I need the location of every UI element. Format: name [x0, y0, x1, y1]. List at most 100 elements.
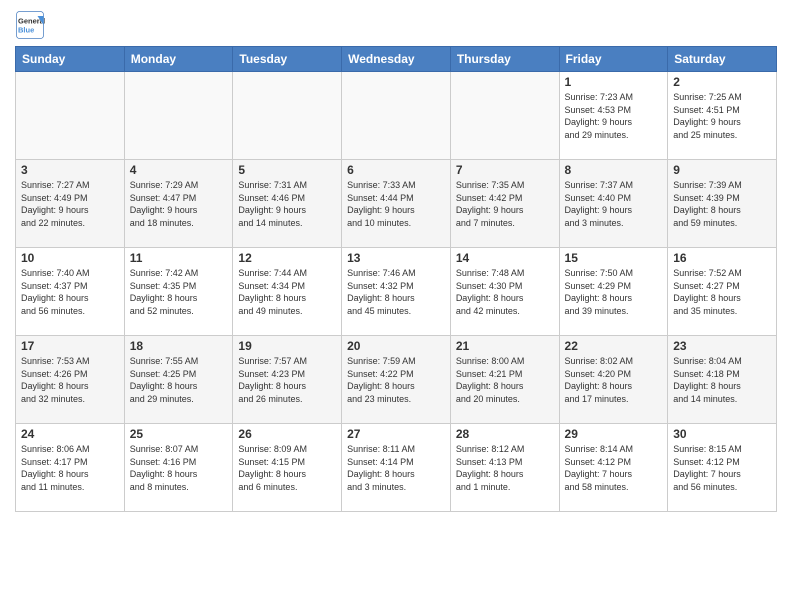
day-info: Sunrise: 7:48 AM Sunset: 4:30 PM Dayligh…: [456, 267, 554, 317]
day-info: Sunrise: 8:14 AM Sunset: 4:12 PM Dayligh…: [565, 443, 663, 493]
day-number: 14: [456, 251, 554, 265]
day-info: Sunrise: 8:04 AM Sunset: 4:18 PM Dayligh…: [673, 355, 771, 405]
calendar-cell: 3 Sunrise: 7:27 AM Sunset: 4:49 PM Daylig…: [16, 160, 125, 248]
day-info: Sunrise: 8:09 AM Sunset: 4:15 PM Dayligh…: [238, 443, 336, 493]
calendar-cell: 19 Sunrise: 7:57 AM Sunset: 4:23 PM Dayli…: [233, 336, 342, 424]
weekday-header: Tuesday: [233, 47, 342, 72]
calendar-week-row: 3 Sunrise: 7:27 AM Sunset: 4:49 PM Daylig…: [16, 160, 777, 248]
page: General Blue SundayMondayTuesdayWednesda…: [0, 0, 792, 522]
day-number: 9: [673, 163, 771, 177]
day-info: Sunrise: 7:42 AM Sunset: 4:35 PM Dayligh…: [130, 267, 228, 317]
calendar-cell: 24 Sunrise: 8:06 AM Sunset: 4:17 PM Dayli…: [16, 424, 125, 512]
day-number: 30: [673, 427, 771, 441]
day-info: Sunrise: 7:50 AM Sunset: 4:29 PM Dayligh…: [565, 267, 663, 317]
day-info: Sunrise: 8:15 AM Sunset: 4:12 PM Dayligh…: [673, 443, 771, 493]
weekday-header: Wednesday: [342, 47, 451, 72]
day-info: Sunrise: 7:59 AM Sunset: 4:22 PM Dayligh…: [347, 355, 445, 405]
day-info: Sunrise: 7:31 AM Sunset: 4:46 PM Dayligh…: [238, 179, 336, 229]
day-number: 20: [347, 339, 445, 353]
calendar-cell: 4 Sunrise: 7:29 AM Sunset: 4:47 PM Daylig…: [124, 160, 233, 248]
day-info: Sunrise: 7:25 AM Sunset: 4:51 PM Dayligh…: [673, 91, 771, 141]
day-info: Sunrise: 7:53 AM Sunset: 4:26 PM Dayligh…: [21, 355, 119, 405]
day-number: 29: [565, 427, 663, 441]
calendar-cell: 18 Sunrise: 7:55 AM Sunset: 4:25 PM Dayli…: [124, 336, 233, 424]
day-number: 3: [21, 163, 119, 177]
calendar-cell: 15 Sunrise: 7:50 AM Sunset: 4:29 PM Dayli…: [559, 248, 668, 336]
calendar-cell: [450, 72, 559, 160]
day-info: Sunrise: 7:57 AM Sunset: 4:23 PM Dayligh…: [238, 355, 336, 405]
day-number: 13: [347, 251, 445, 265]
day-number: 17: [21, 339, 119, 353]
day-info: Sunrise: 8:12 AM Sunset: 4:13 PM Dayligh…: [456, 443, 554, 493]
calendar-cell: 1 Sunrise: 7:23 AM Sunset: 4:53 PM Daylig…: [559, 72, 668, 160]
calendar-cell: 8 Sunrise: 7:37 AM Sunset: 4:40 PM Daylig…: [559, 160, 668, 248]
calendar-cell: 28 Sunrise: 8:12 AM Sunset: 4:13 PM Dayli…: [450, 424, 559, 512]
day-number: 7: [456, 163, 554, 177]
day-info: Sunrise: 7:33 AM Sunset: 4:44 PM Dayligh…: [347, 179, 445, 229]
day-number: 16: [673, 251, 771, 265]
day-number: 6: [347, 163, 445, 177]
day-number: 12: [238, 251, 336, 265]
day-number: 28: [456, 427, 554, 441]
calendar-cell: 2Sunrise: 7:25 AM Sunset: 4:51 PM Daylig…: [668, 72, 777, 160]
calendar-header-row: SundayMondayTuesdayWednesdayThursdayFrid…: [16, 47, 777, 72]
calendar-table: SundayMondayTuesdayWednesdayThursdayFrid…: [15, 46, 777, 512]
day-number: 19: [238, 339, 336, 353]
day-info: Sunrise: 7:27 AM Sunset: 4:49 PM Dayligh…: [21, 179, 119, 229]
calendar-week-row: 24 Sunrise: 8:06 AM Sunset: 4:17 PM Dayli…: [16, 424, 777, 512]
weekday-header: Friday: [559, 47, 668, 72]
calendar-cell: 11 Sunrise: 7:42 AM Sunset: 4:35 PM Dayli…: [124, 248, 233, 336]
calendar-cell: 6 Sunrise: 7:33 AM Sunset: 4:44 PM Daylig…: [342, 160, 451, 248]
day-number: 26: [238, 427, 336, 441]
calendar-cell: 12Sunrise: 7:44 AM Sunset: 4:34 PM Dayli…: [233, 248, 342, 336]
calendar-cell: 14 Sunrise: 7:48 AM Sunset: 4:30 PM Dayli…: [450, 248, 559, 336]
day-number: 15: [565, 251, 663, 265]
calendar-cell: 17 Sunrise: 7:53 AM Sunset: 4:26 PM Dayli…: [16, 336, 125, 424]
day-info: Sunrise: 7:37 AM Sunset: 4:40 PM Dayligh…: [565, 179, 663, 229]
day-info: Sunrise: 8:07 AM Sunset: 4:16 PM Dayligh…: [130, 443, 228, 493]
day-info: Sunrise: 7:52 AM Sunset: 4:27 PM Dayligh…: [673, 267, 771, 317]
weekday-header: Thursday: [450, 47, 559, 72]
calendar-cell: 27 Sunrise: 8:11 AM Sunset: 4:14 PM Dayli…: [342, 424, 451, 512]
calendar-cell: 29 Sunrise: 8:14 AM Sunset: 4:12 PM Dayli…: [559, 424, 668, 512]
calendar-cell: 10 Sunrise: 7:40 AM Sunset: 4:37 PM Dayli…: [16, 248, 125, 336]
day-info: Sunrise: 8:11 AM Sunset: 4:14 PM Dayligh…: [347, 443, 445, 493]
weekday-header: Sunday: [16, 47, 125, 72]
day-number: 5: [238, 163, 336, 177]
day-number: 10: [21, 251, 119, 265]
calendar-cell: 25 Sunrise: 8:07 AM Sunset: 4:16 PM Dayli…: [124, 424, 233, 512]
weekday-header: Monday: [124, 47, 233, 72]
day-number: 4: [130, 163, 228, 177]
calendar-week-row: 17 Sunrise: 7:53 AM Sunset: 4:26 PM Dayli…: [16, 336, 777, 424]
day-number: 8: [565, 163, 663, 177]
day-number: 27: [347, 427, 445, 441]
calendar-week-row: 1 Sunrise: 7:23 AM Sunset: 4:53 PM Daylig…: [16, 72, 777, 160]
day-number: 18: [130, 339, 228, 353]
day-info: Sunrise: 7:35 AM Sunset: 4:42 PM Dayligh…: [456, 179, 554, 229]
calendar-cell: [16, 72, 125, 160]
calendar-cell: 23 Sunrise: 8:04 AM Sunset: 4:18 PM Dayli…: [668, 336, 777, 424]
calendar-cell: [342, 72, 451, 160]
day-info: Sunrise: 8:06 AM Sunset: 4:17 PM Dayligh…: [21, 443, 119, 493]
calendar-cell: 26 Sunrise: 8:09 AM Sunset: 4:15 PM Dayli…: [233, 424, 342, 512]
day-number: 25: [130, 427, 228, 441]
calendar-week-row: 10 Sunrise: 7:40 AM Sunset: 4:37 PM Dayli…: [16, 248, 777, 336]
day-info: Sunrise: 7:29 AM Sunset: 4:47 PM Dayligh…: [130, 179, 228, 229]
calendar-cell: [233, 72, 342, 160]
day-number: 11: [130, 251, 228, 265]
calendar-cell: 5 Sunrise: 7:31 AM Sunset: 4:46 PM Daylig…: [233, 160, 342, 248]
calendar-cell: 20 Sunrise: 7:59 AM Sunset: 4:22 PM Dayli…: [342, 336, 451, 424]
calendar-cell: 16 Sunrise: 7:52 AM Sunset: 4:27 PM Dayli…: [668, 248, 777, 336]
day-number: 1: [565, 75, 663, 89]
day-info: Sunrise: 7:40 AM Sunset: 4:37 PM Dayligh…: [21, 267, 119, 317]
day-number: 23: [673, 339, 771, 353]
calendar-cell: 7 Sunrise: 7:35 AM Sunset: 4:42 PM Daylig…: [450, 160, 559, 248]
day-info: Sunrise: 8:00 AM Sunset: 4:21 PM Dayligh…: [456, 355, 554, 405]
day-number: 21: [456, 339, 554, 353]
day-info: Sunrise: 7:23 AM Sunset: 4:53 PM Dayligh…: [565, 91, 663, 141]
day-info: Sunrise: 8:02 AM Sunset: 4:20 PM Dayligh…: [565, 355, 663, 405]
logo: General Blue: [15, 10, 49, 40]
day-info: Sunrise: 7:55 AM Sunset: 4:25 PM Dayligh…: [130, 355, 228, 405]
day-number: 24: [21, 427, 119, 441]
day-info: Sunrise: 7:39 AM Sunset: 4:39 PM Dayligh…: [673, 179, 771, 229]
